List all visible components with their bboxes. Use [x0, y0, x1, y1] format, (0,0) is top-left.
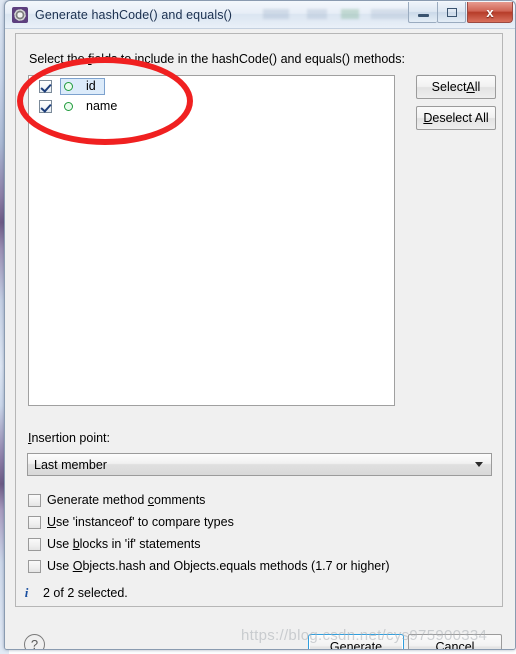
dialog-panel: Select the fields to include in the hash…: [15, 33, 503, 607]
generate-accel-key: G: [329, 639, 340, 650]
checkbox-use-blocks[interactable]: [28, 537, 41, 551]
field-checkbox-name[interactable]: [39, 99, 52, 113]
prompt-text-after: ields to include in the hashCode() and e…: [91, 52, 405, 66]
minimize-button[interactable]: [408, 2, 437, 23]
info-icon: i: [24, 585, 29, 600]
close-button[interactable]: x: [467, 2, 513, 23]
title-bar: Generate hashCode() and equals() x: [5, 1, 515, 29]
insertion-label-rest: nsertion point:: [31, 431, 111, 445]
option-accel-key: O: [72, 559, 83, 573]
deselect-all-label-post: eselect All: [432, 111, 489, 125]
prompt-text-before: Select the: [29, 52, 89, 66]
green-circle-field-icon: [64, 101, 73, 111]
insertion-point-dropdown[interactable]: Last member: [27, 453, 492, 476]
green-circle-field-icon: [64, 81, 73, 91]
deselect-all-accel-key: D: [423, 111, 433, 125]
option-accel-key: b: [72, 537, 80, 551]
field-name-id: id: [86, 79, 96, 93]
option-label-pre: Use: [47, 537, 73, 551]
option-label-post: omments: [154, 493, 206, 507]
option-label: Use Objects.hash and Objects.equals meth…: [47, 559, 390, 573]
select-all-button[interactable]: Select All: [416, 75, 496, 99]
gear-icon: [12, 6, 28, 23]
dialog-content: Select the fields to include in the hash…: [5, 29, 515, 650]
deselect-all-button[interactable]: Deselect All: [416, 106, 496, 130]
insertion-point-value: Last member: [34, 457, 107, 472]
field-name-name: name: [86, 99, 118, 113]
dialog-window: Generate hashCode() and equals() x Selec…: [4, 0, 516, 650]
status-text: 2 of 2 selected.: [43, 586, 128, 600]
option-use-instanceof[interactable]: Use 'instanceof' to compare types: [28, 513, 234, 531]
option-label-post: se 'instanceof' to compare types: [56, 515, 234, 529]
generate-button[interactable]: Generate: [308, 634, 404, 650]
cancel-button[interactable]: Cancel: [408, 634, 502, 649]
select-all-label-post: ll: [474, 80, 481, 94]
insertion-point-label: Insertion point:: [28, 431, 110, 445]
close-icon: x: [486, 4, 494, 20]
list-item[interactable]: name: [29, 96, 394, 116]
status-line: i 2 of 2 selected.: [21, 585, 128, 601]
option-use-objects-hash[interactable]: Use Objects.hash and Objects.equals meth…: [28, 557, 390, 575]
option-label: Use blocks in 'if' statements: [47, 537, 200, 551]
maximize-restore-button[interactable]: [437, 2, 466, 23]
select-all-accel-key: A: [466, 80, 475, 94]
option-label: Use 'instanceof' to compare types: [47, 515, 234, 529]
help-button[interactable]: ?: [24, 634, 45, 649]
list-item[interactable]: id: [29, 76, 394, 96]
option-use-blocks[interactable]: Use blocks in 'if' statements: [28, 535, 200, 553]
field-entry-name[interactable]: name: [60, 98, 126, 115]
select-all-label-pre: Select: [431, 80, 467, 94]
chevron-down-icon: [475, 462, 483, 467]
window-controls: x: [408, 2, 513, 23]
option-label-pre: Generate method: [47, 493, 148, 507]
field-checkbox-id[interactable]: [39, 79, 52, 93]
minimize-icon: [417, 13, 429, 17]
checkbox-generate-method-comments[interactable]: [28, 493, 41, 507]
field-list[interactable]: id name: [28, 75, 395, 406]
prompt-label: Select the fields to include in the hash…: [29, 52, 405, 66]
generate-label-post: enerate: [339, 639, 383, 650]
field-entry-id[interactable]: id: [60, 77, 105, 95]
option-accel-key: U: [47, 515, 57, 529]
option-label: Generate method comments: [47, 493, 205, 507]
window-title: Generate hashCode() and equals(): [35, 7, 233, 22]
checkbox-use-objects-hash[interactable]: [28, 559, 41, 573]
option-generate-method-comments[interactable]: Generate method comments: [28, 491, 205, 509]
restore-icon: [446, 7, 457, 17]
option-label-post: bjects.hash and Objects.equals methods (…: [82, 559, 390, 573]
checkbox-use-instanceof[interactable]: [28, 515, 41, 529]
option-label-post: locks in 'if' statements: [79, 537, 201, 551]
option-label-pre: Use: [47, 559, 73, 573]
